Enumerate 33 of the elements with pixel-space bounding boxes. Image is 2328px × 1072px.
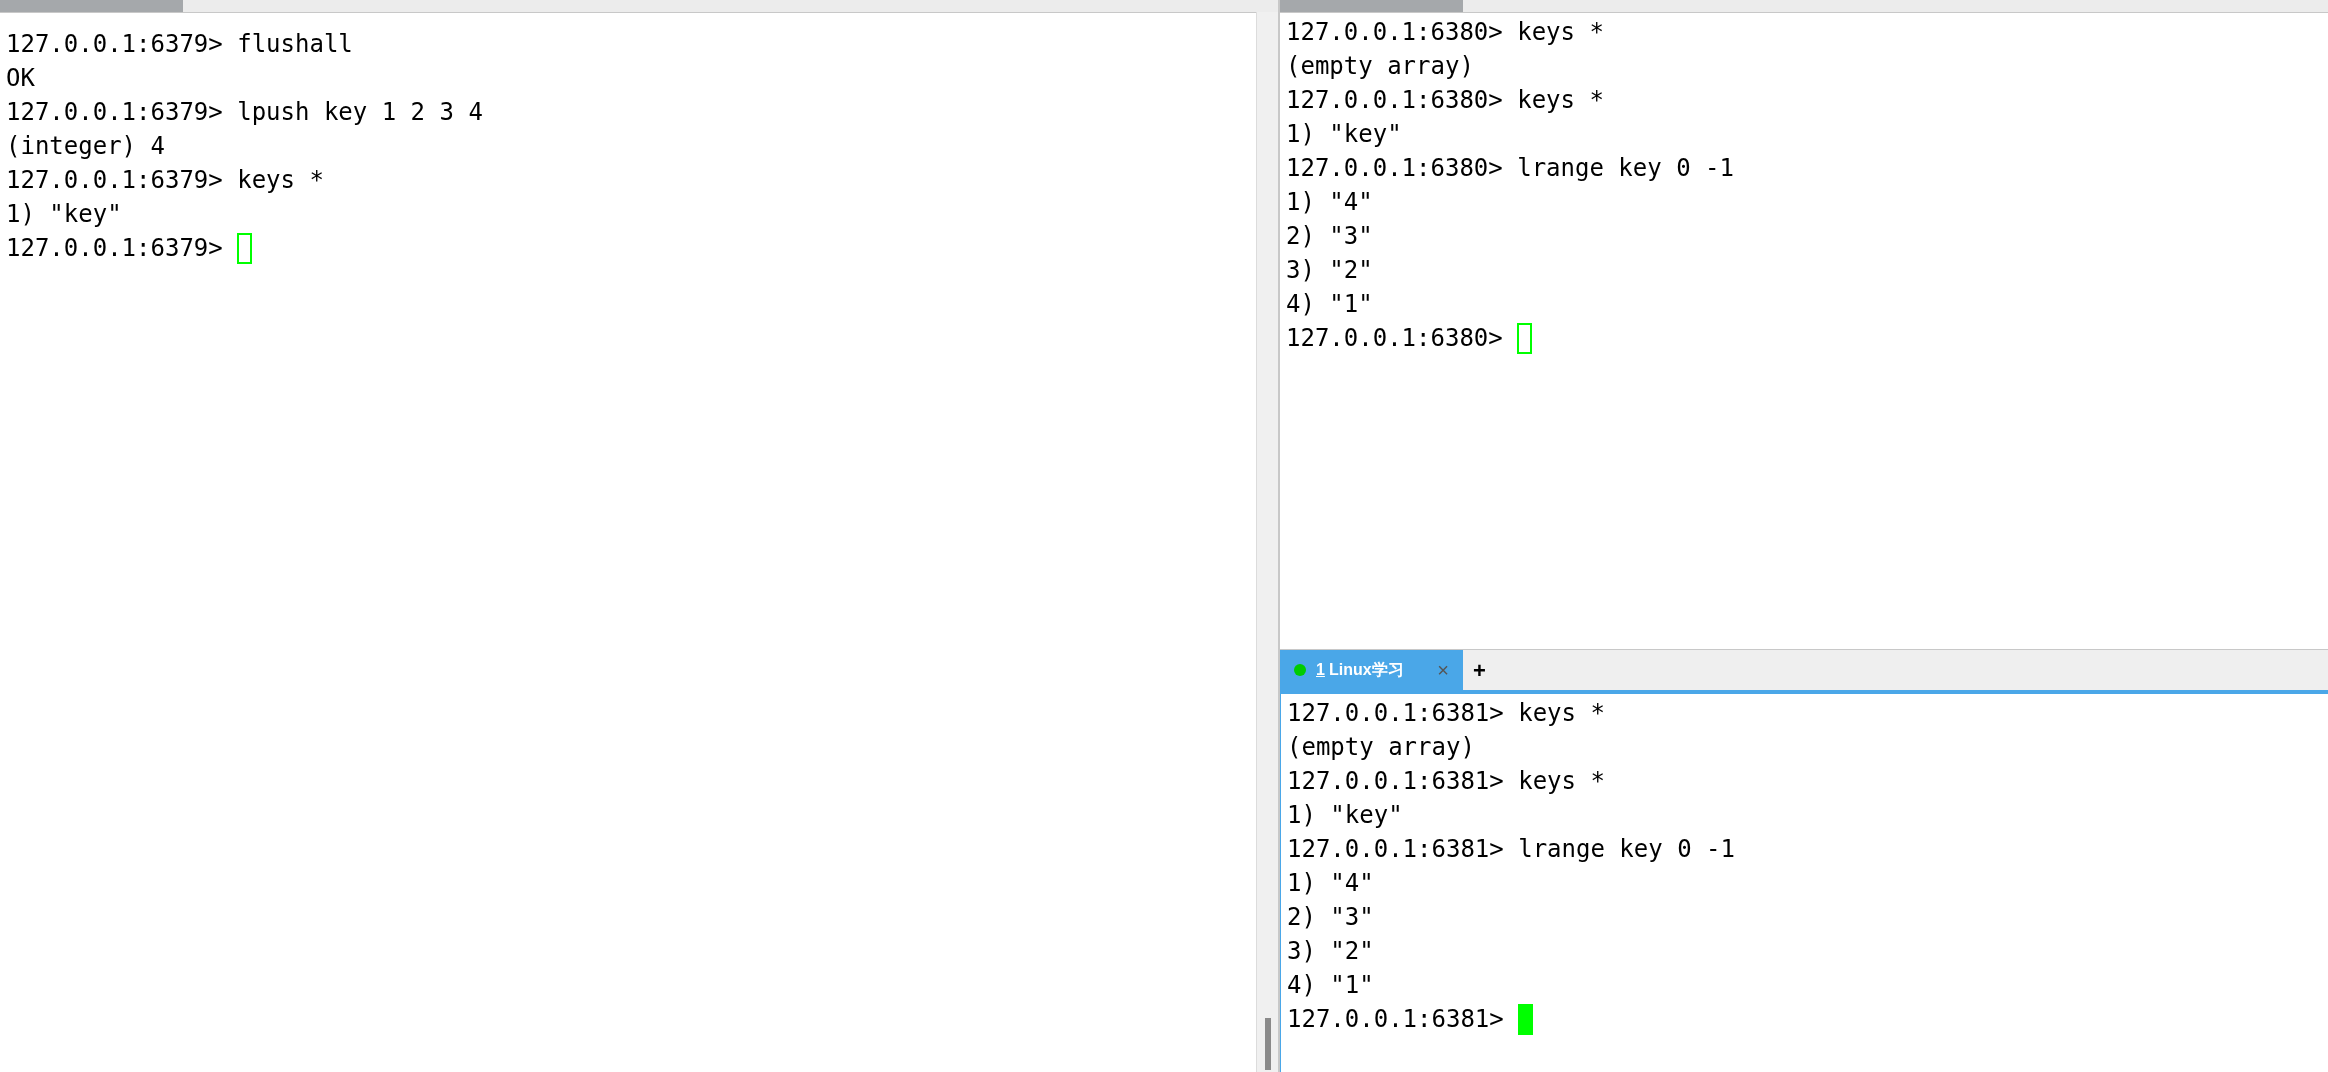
terminal-line: (empty array) xyxy=(1286,51,1474,82)
terminal-line: 127.0.0.1:6381> lrange key 0 -1 xyxy=(1287,834,1735,865)
terminal-line: 1) "key" xyxy=(1286,119,1402,150)
terminal-line: 4) "1" xyxy=(1286,289,1373,320)
tab-label: Linux学习 xyxy=(1328,660,1404,680)
close-icon[interactable]: × xyxy=(1437,655,1449,685)
terminal-line: 127.0.0.1:6380> keys * xyxy=(1286,85,1604,116)
terminal-line: OK xyxy=(6,63,35,94)
terminal-line: 1) "key" xyxy=(1287,800,1403,831)
terminal-line: 127.0.0.1:6381> keys * xyxy=(1287,766,1605,797)
terminal-line: 127.0.0.1:6381> xyxy=(1287,1004,1505,1035)
terminal-line: 1) "4" xyxy=(1287,868,1374,899)
terminal-line: (empty array) xyxy=(1287,732,1475,763)
new-tab-button[interactable]: + xyxy=(1463,650,1496,690)
terminal-line: 1) "key" xyxy=(6,199,122,230)
terminal-line: 127.0.0.1:6380> lrange key 0 -1 xyxy=(1286,153,1734,184)
terminal-line: 127.0.0.1:6380> keys * xyxy=(1286,17,1604,48)
terminal-line: 4) "1" xyxy=(1287,970,1374,1001)
terminal-line: 127.0.0.1:6379> lpush key 1 2 3 4 xyxy=(6,97,483,128)
terminal-line: 3) "2" xyxy=(1287,936,1374,967)
scrollbar[interactable] xyxy=(1256,12,1278,1072)
terminal-line: 2) "3" xyxy=(1286,221,1373,252)
terminal-line: 127.0.0.1:6380> xyxy=(1286,323,1504,354)
terminal-line: 127.0.0.1:6379> flushall xyxy=(6,29,353,60)
tab[interactable]: 1 Linux学习 × xyxy=(1280,650,1463,690)
tab-number: 1 xyxy=(1316,660,1325,680)
terminal-line: (integer) 4 xyxy=(6,131,165,162)
terminal-line: 127.0.0.1:6381> keys * xyxy=(1287,698,1605,729)
terminal-line: 127.0.0.1:6379> keys * xyxy=(6,165,324,196)
terminal-line: 2) "3" xyxy=(1287,902,1374,933)
terminal-line: 127.0.0.1:6379> xyxy=(6,233,224,264)
terminal-line: 1) "4" xyxy=(1286,187,1373,218)
terminal-line: 3) "2" xyxy=(1286,255,1373,286)
